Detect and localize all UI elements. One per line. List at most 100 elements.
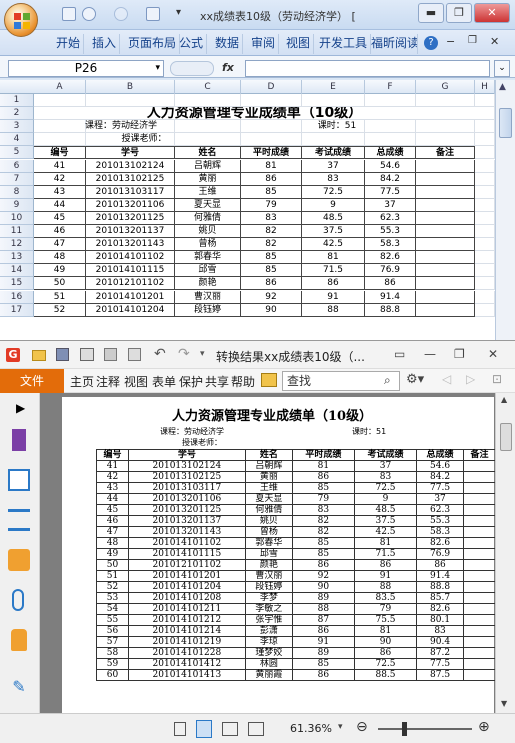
data-cell[interactable]: 201013103117 xyxy=(86,185,175,199)
data-cell[interactable]: 54.6 xyxy=(365,159,416,173)
header-cell[interactable]: 学号 xyxy=(86,146,175,160)
menu-help[interactable]: 帮助 xyxy=(231,373,255,390)
data-cell[interactable]: 82 xyxy=(241,225,302,239)
menu-view[interactable]: 视图 xyxy=(124,373,148,390)
comments-icon[interactable] xyxy=(8,549,30,571)
data-cell[interactable]: 83 xyxy=(241,211,302,225)
next-icon[interactable]: ▷ xyxy=(466,372,475,386)
data-cell[interactable]: 90 xyxy=(241,303,302,317)
data-cell[interactable]: 85 xyxy=(241,264,302,278)
header-cell[interactable]: 备注 xyxy=(416,146,475,160)
cell[interactable] xyxy=(475,133,495,147)
ribbon-restore-icon[interactable]: ❐ xyxy=(468,35,477,46)
expand-icon[interactable]: ⊡ xyxy=(492,372,502,386)
cell[interactable] xyxy=(175,133,241,147)
zoom-out-icon[interactable]: ⊖ xyxy=(356,719,368,735)
cell[interactable] xyxy=(475,225,495,239)
single-page-icon[interactable] xyxy=(174,722,186,736)
attachment-icon[interactable] xyxy=(12,589,24,611)
print-icon[interactable] xyxy=(80,348,94,361)
data-cell[interactable]: 85 xyxy=(241,185,302,199)
cell[interactable] xyxy=(416,120,475,134)
data-cell[interactable] xyxy=(416,277,475,291)
previous-icon[interactable]: ◁ xyxy=(442,372,451,386)
scroll-thumb[interactable] xyxy=(500,423,512,451)
data-cell[interactable]: 42 xyxy=(34,172,86,186)
data-cell[interactable]: 201012101102 xyxy=(86,277,175,291)
row-header[interactable]: 9 xyxy=(0,198,34,212)
menu-protect[interactable]: 保护 xyxy=(179,373,203,390)
data-cell[interactable] xyxy=(416,303,475,317)
spreadsheet-grid[interactable]: 1 2 3 4 5 6 7 8 9 10 11 12 13 14 15 16 17 人力资源管理专业成绩单（10级… xyxy=(0,80,495,340)
insert-function-icon[interactable]: fx xyxy=(222,61,242,76)
signature-pen-icon[interactable]: ✎ xyxy=(8,677,30,699)
restore-button[interactable]: ❐ xyxy=(446,3,472,23)
data-cell[interactable]: 42.5 xyxy=(302,238,365,252)
office-button[interactable] xyxy=(4,3,38,37)
cell[interactable] xyxy=(475,146,495,160)
data-cell[interactable]: 段钰婷 xyxy=(175,303,241,317)
data-cell[interactable]: 48.5 xyxy=(302,211,365,225)
data-cell[interactable]: 71.5 xyxy=(302,264,365,278)
data-cell[interactable]: 201013201125 xyxy=(86,211,175,225)
minimize-button[interactable]: — xyxy=(424,347,436,361)
chevron-down-icon[interactable]: ▾ xyxy=(155,61,160,76)
teacher-label[interactable]: 授课老师： xyxy=(114,133,174,146)
cell[interactable] xyxy=(175,94,241,108)
cell[interactable] xyxy=(365,94,416,108)
data-cell[interactable]: 51 xyxy=(34,290,86,304)
continuous-facing-icon[interactable] xyxy=(248,722,264,736)
hours-label[interactable]: 课时：51 xyxy=(302,120,372,133)
data-cell[interactable]: 201014101204 xyxy=(86,303,175,317)
data-cell[interactable]: 48 xyxy=(34,251,86,265)
pages-icon[interactable] xyxy=(8,469,30,491)
save-icon[interactable] xyxy=(62,7,76,21)
data-cell[interactable]: 吕朝辉 xyxy=(175,159,241,173)
row-header[interactable]: 5 xyxy=(0,146,34,160)
data-cell[interactable]: 92 xyxy=(241,290,302,304)
data-cell[interactable]: 201014101201 xyxy=(86,290,175,304)
data-cell[interactable]: 86 xyxy=(302,277,365,291)
search-icon[interactable]: ⌕ xyxy=(384,373,391,388)
data-cell[interactable]: 郭春华 xyxy=(175,251,241,265)
data-cell[interactable]: 62.3 xyxy=(365,211,416,225)
cell[interactable] xyxy=(475,94,495,108)
course-label[interactable]: 课程：劳动经济学 xyxy=(76,120,166,133)
data-cell[interactable]: 45 xyxy=(34,211,86,225)
header-cell[interactable]: 姓名 xyxy=(175,146,241,160)
row-header[interactable]: 14 xyxy=(0,264,34,278)
row-header[interactable]: 10 xyxy=(0,211,34,225)
page-icon[interactable] xyxy=(128,348,141,361)
header-cell[interactable]: 编号 xyxy=(34,146,86,160)
data-cell[interactable]: 9 xyxy=(302,198,365,212)
column-header-a[interactable]: A xyxy=(34,80,86,94)
data-cell[interactable]: 84.2 xyxy=(365,172,416,186)
data-cell[interactable]: 曾杨 xyxy=(175,238,241,252)
close-button[interactable]: ✕ xyxy=(488,347,498,361)
tab-insert[interactable]: 插入 xyxy=(89,34,121,54)
data-cell[interactable]: 82 xyxy=(241,238,302,252)
data-cell[interactable] xyxy=(416,251,475,265)
zoom-slider[interactable] xyxy=(378,728,472,730)
redo-icon[interactable]: ↷ xyxy=(178,346,190,362)
data-cell[interactable]: 86 xyxy=(241,277,302,291)
data-cell[interactable]: 52 xyxy=(34,303,86,317)
zoom-slider-handle[interactable] xyxy=(402,722,407,736)
data-cell[interactable]: 201013201106 xyxy=(86,198,175,212)
facing-page-icon[interactable] xyxy=(222,722,238,736)
formula-input[interactable] xyxy=(245,60,490,77)
row-header[interactable]: 3 xyxy=(0,120,34,134)
header-cell[interactable]: 平时成绩 xyxy=(241,146,302,160)
expand-formula-bar-icon[interactable]: ⌄ xyxy=(494,60,510,77)
data-cell[interactable]: 201013102124 xyxy=(86,159,175,173)
data-cell[interactable] xyxy=(416,290,475,304)
data-cell[interactable]: 邱雪 xyxy=(175,264,241,278)
data-cell[interactable]: 201013201137 xyxy=(86,225,175,239)
quick-access-dropdown-icon[interactable]: ▾ xyxy=(200,349,205,359)
search-input[interactable]: 查找 xyxy=(282,371,400,391)
layers-icon[interactable] xyxy=(8,509,30,531)
print-preview-icon[interactable] xyxy=(146,7,160,21)
scroll-up-icon[interactable]: ▲ xyxy=(501,395,507,404)
data-cell[interactable]: 44 xyxy=(34,198,86,212)
data-cell[interactable]: 88.8 xyxy=(365,303,416,317)
